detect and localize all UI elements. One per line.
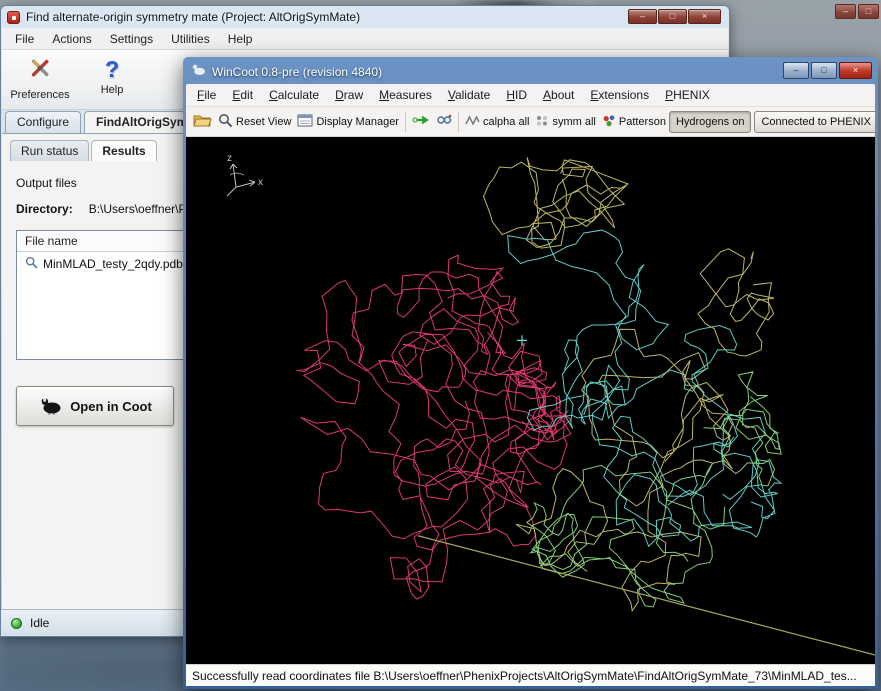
preferences-button[interactable]: Preferences: [4, 54, 76, 101]
calpha-icon: [465, 114, 480, 129]
wincoot-minimize-button[interactable]: –: [783, 62, 809, 79]
wincoot-menu-item[interactable]: PHENIX: [657, 84, 718, 107]
axes-gizmo: [227, 164, 255, 196]
directory-label: Directory:: [16, 202, 73, 216]
wincoot-titlebar[interactable]: WinCoot 0.8-pre (revision 4840) – □ ×: [186, 60, 875, 84]
wincoot-menu-item[interactable]: HID: [498, 84, 535, 107]
tab-results[interactable]: Results: [91, 140, 156, 161]
molecule-icon: [436, 113, 452, 130]
background-maximize-button[interactable]: □: [858, 4, 879, 19]
wincoot-close-button[interactable]: ×: [839, 62, 872, 79]
maximize-button[interactable]: □: [658, 9, 687, 24]
minimize-button[interactable]: –: [628, 9, 657, 24]
calpha-all-button[interactable]: calpha all: [462, 112, 532, 131]
background-window-controls: – □ ×: [835, 4, 881, 19]
wincoot-window-controls: – □ ×: [783, 62, 872, 79]
wincoot-statusbar: Successfully read coordinates file B:\Us…: [186, 664, 875, 686]
folder-open-icon: [193, 113, 212, 130]
hydrogens-toggle-button[interactable]: Hydrogens on: [669, 111, 752, 133]
toolbar-separator: [405, 112, 406, 132]
wincoot-menu-item[interactable]: Edit: [224, 84, 261, 107]
wincoot-menu-item[interactable]: Extensions: [582, 84, 657, 107]
wincoot-menu-item[interactable]: Draw: [327, 84, 371, 107]
help-question-icon: ?: [105, 56, 119, 82]
wincoot-app-icon: [191, 63, 206, 81]
wincoot-window: WinCoot 0.8-pre (revision 4840) – □ × Fi…: [183, 57, 878, 689]
open-in-coot-button[interactable]: Open in Coot: [16, 386, 174, 426]
background-minimize-button[interactable]: –: [835, 4, 856, 19]
preferences-label: Preferences: [10, 89, 69, 101]
symm-all-button[interactable]: symm all: [532, 112, 598, 132]
reset-view-button[interactable]: Reset View: [215, 111, 294, 133]
molecule-button[interactable]: [433, 111, 455, 132]
phenix-menu-item[interactable]: Actions: [43, 28, 100, 50]
wincoot-menu-item[interactable]: Validate: [440, 84, 499, 107]
output-files-label: Output files: [16, 176, 77, 190]
phenix-menu-item[interactable]: Utilities: [162, 28, 219, 50]
molecule-wireframe: zx: [186, 137, 875, 664]
help-button[interactable]: ? Help: [76, 54, 148, 96]
help-label: Help: [101, 84, 124, 96]
phenix-app-icon: [7, 11, 20, 24]
phenix-window-controls: – □ ×: [628, 9, 721, 24]
phenix-subtab-row: Run status Results: [10, 140, 159, 161]
close-button[interactable]: ×: [688, 9, 721, 24]
symmetry-icon: [535, 114, 549, 130]
go-to-atom-button[interactable]: [409, 112, 433, 131]
tab-run-status[interactable]: Run status: [10, 140, 89, 161]
phenix-menubar: FileActionsSettingsUtilitiesHelp: [2, 28, 728, 50]
status-idle-icon: [11, 618, 22, 629]
svg-text:z: z: [227, 153, 232, 164]
phenix-menu-item[interactable]: File: [6, 28, 43, 50]
phenix-menu-item[interactable]: Settings: [101, 28, 162, 50]
display-manager-label: Display Manager: [316, 116, 399, 128]
reset-view-magnifier-icon: [218, 113, 233, 131]
symm-all-label: symm all: [552, 116, 595, 128]
molecular-viewport[interactable]: zx: [186, 137, 875, 664]
preferences-tools-icon: [27, 56, 53, 87]
phenix-connection-button[interactable]: Connected to PHENIX: [754, 111, 875, 133]
wincoot-menubar: FileEditCalculateDrawMeasuresValidateHID…: [186, 84, 875, 107]
screen: – □ × Find alternate-origin symmetry mat…: [0, 0, 881, 691]
tab-configure[interactable]: Configure: [5, 111, 81, 133]
wincoot-toolbar: Reset View Display Manager: [186, 107, 875, 137]
toolbar-separator: [458, 112, 459, 132]
patterson-button[interactable]: Patterson: [599, 112, 669, 132]
coot-bird-icon: [38, 395, 62, 418]
svg-text:x: x: [258, 177, 263, 188]
open-coordinates-button[interactable]: [190, 111, 215, 132]
wincoot-menu-item[interactable]: Measures: [371, 84, 440, 107]
display-manager-button[interactable]: Display Manager: [294, 112, 402, 132]
wincoot-menu-item[interactable]: File: [189, 84, 224, 107]
wincoot-menu-item[interactable]: Calculate: [261, 84, 327, 107]
wincoot-status-text: Successfully read coordinates file B:\Us…: [192, 669, 857, 683]
wincoot-maximize-button[interactable]: □: [811, 62, 837, 79]
patterson-label: Patterson: [619, 116, 666, 128]
wincoot-menu-item[interactable]: About: [535, 84, 582, 107]
patterson-icon: [602, 114, 616, 130]
wincoot-window-title: WinCoot 0.8-pre (revision 4840): [212, 65, 382, 79]
display-manager-icon: [297, 114, 313, 130]
phenix-window-title: Find alternate-origin symmetry mate (Pro…: [26, 10, 360, 24]
file-name: MinMLAD_testy_2qdy.pdb: [43, 257, 183, 271]
phenix-status-text: Idle: [30, 616, 49, 630]
green-arrow-icon: [412, 114, 430, 129]
phenix-menu-item[interactable]: Help: [219, 28, 262, 50]
open-in-coot-label: Open in Coot: [70, 399, 152, 414]
magnifier-icon: [25, 256, 38, 272]
calpha-all-label: calpha all: [483, 116, 529, 128]
phenix-titlebar[interactable]: Find alternate-origin symmetry mate (Pro…: [1, 6, 729, 28]
reset-view-label: Reset View: [236, 116, 291, 128]
